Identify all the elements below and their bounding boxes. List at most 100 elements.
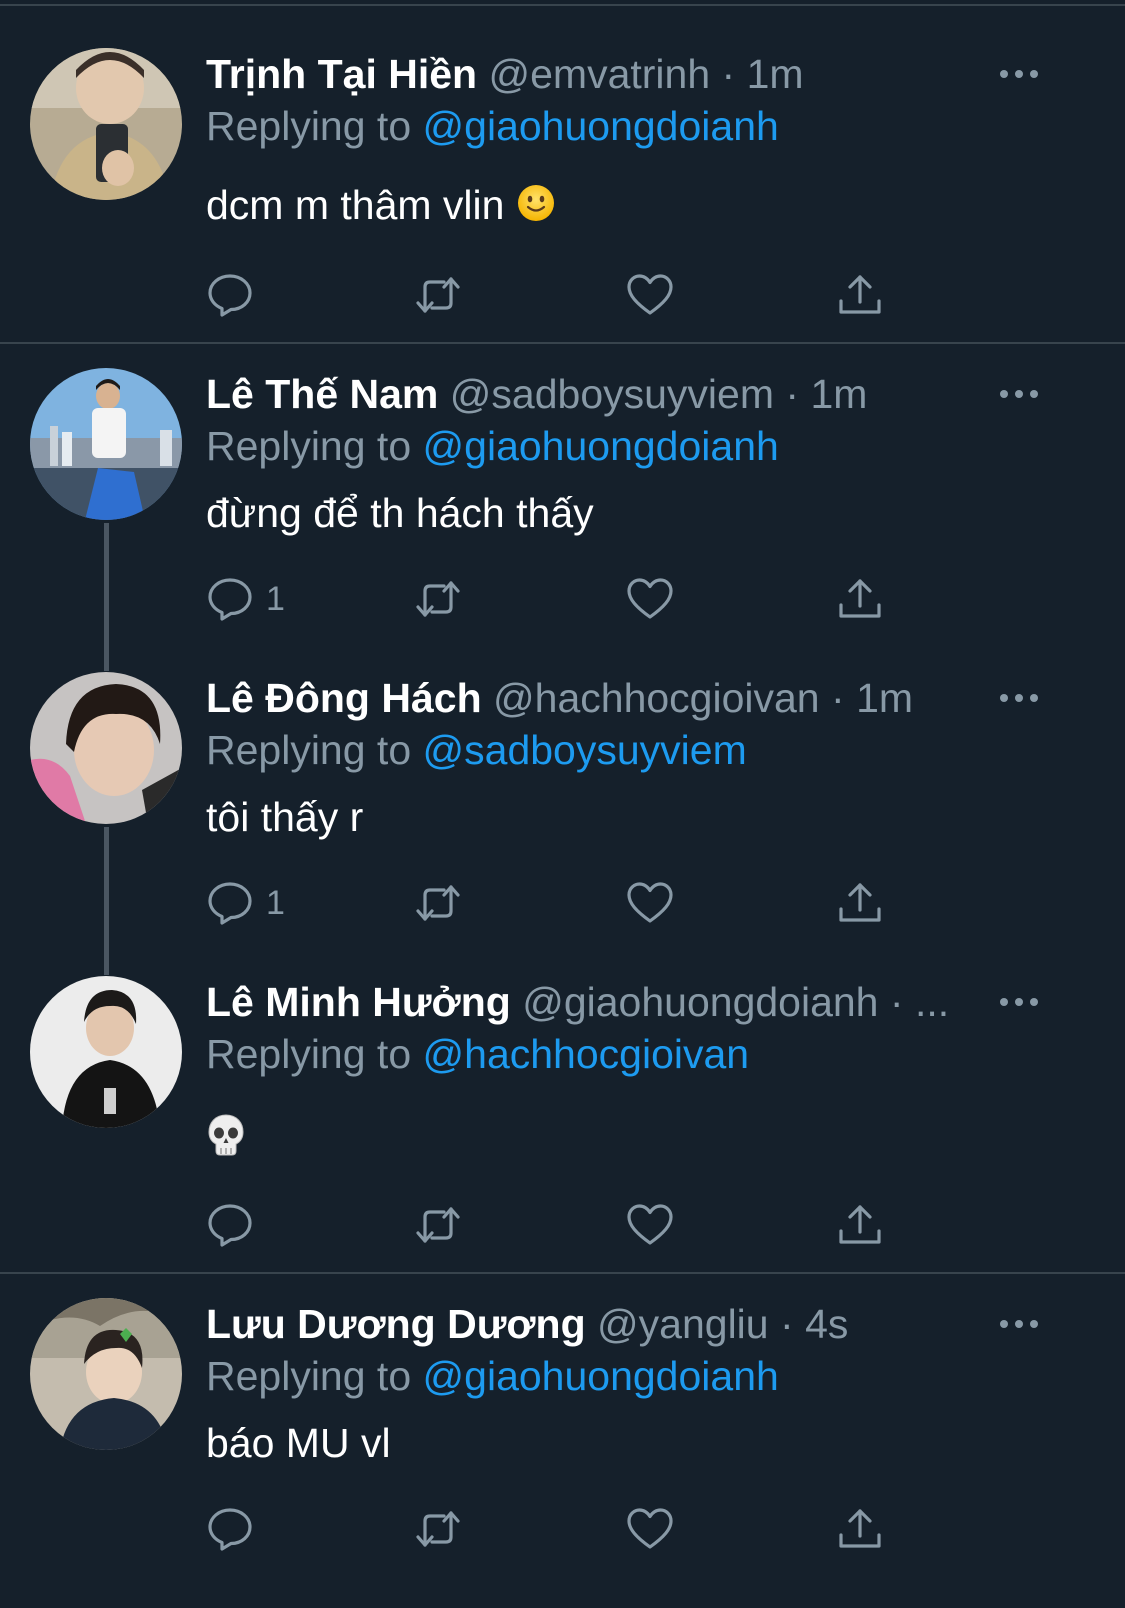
like-button[interactable]: [626, 1200, 674, 1250]
skull-icon: [206, 1113, 246, 1168]
more-options-icon[interactable]: [1000, 384, 1040, 404]
reply-button[interactable]: 1: [206, 878, 285, 928]
avatar[interactable]: [30, 48, 182, 200]
tweet-text: dcm m thâm vlin: [206, 180, 556, 234]
more-options-icon[interactable]: [1000, 992, 1040, 1012]
share-icon: [839, 1205, 881, 1244]
more-options-icon[interactable]: [1000, 688, 1040, 708]
heart-icon: [627, 274, 673, 315]
replying-to-mention[interactable]: @giaohuongdoianh: [423, 1353, 779, 1399]
user-handle[interactable]: @giaohuongdoianh: [522, 979, 878, 1025]
tweet-text: tôi thấy r: [206, 792, 363, 842]
separator-dot: ·: [780, 1301, 794, 1347]
user-handle[interactable]: @sadboysuyviem: [450, 371, 774, 417]
tweet-text-content: đừng để th hách thấy: [206, 490, 594, 536]
retweet-icon: [416, 1207, 460, 1243]
thread-connector: [104, 827, 109, 975]
display-name[interactable]: Trịnh Tại Hiền: [206, 51, 477, 97]
display-name[interactable]: Lê Đông Hách: [206, 675, 482, 721]
tweet-header: Lê Đông Hách @hachhocgioivan · 1m: [206, 674, 913, 722]
retweet-icon: [416, 277, 460, 313]
share-button[interactable]: [836, 1504, 884, 1554]
display-name[interactable]: Lưu Dương Dương: [206, 1301, 586, 1347]
replying-to-line: Replying to @giaohuongdoianh: [206, 1352, 779, 1400]
tweet-actions: [206, 270, 906, 320]
timestamp[interactable]: 1m: [747, 51, 804, 97]
tweet-divider: [0, 1272, 1125, 1274]
retweet-button[interactable]: [414, 270, 462, 320]
reply-icon: [208, 1204, 252, 1247]
replying-to-line: Replying to @hachhocgioivan: [206, 1030, 749, 1078]
heart-icon: [627, 882, 673, 923]
display-name[interactable]: Lê Thế Nam: [206, 371, 438, 417]
retweet-icon: [416, 885, 460, 921]
tweet-divider: [0, 342, 1125, 344]
share-icon: [839, 579, 881, 618]
avatar[interactable]: [30, 976, 182, 1128]
reply-button[interactable]: 1: [206, 574, 285, 624]
user-handle[interactable]: @emvatrinh: [489, 51, 711, 97]
reply-button[interactable]: [206, 1200, 266, 1250]
user-handle[interactable]: @yangliu: [597, 1301, 769, 1347]
display-name[interactable]: Lê Minh Hưởng: [206, 979, 511, 1025]
timestamp[interactable]: 1m: [856, 675, 913, 721]
replying-to-mention[interactable]: @sadboysuyviem: [423, 727, 747, 773]
more-options-icon[interactable]: [1000, 1314, 1040, 1334]
avatar[interactable]: [30, 1298, 182, 1450]
user-handle[interactable]: @hachhocgioivan: [493, 675, 820, 721]
reply-button[interactable]: [206, 1504, 266, 1554]
retweet-button[interactable]: [414, 574, 462, 624]
tweet-header: Lê Minh Hưởng @giaohuongdoianh · ...: [206, 978, 949, 1026]
replying-to-mention[interactable]: @hachhocgioivan: [423, 1031, 750, 1077]
tweet-actions: 1: [206, 878, 906, 928]
replying-to-mention[interactable]: @giaohuongdoianh: [423, 103, 779, 149]
replying-to-line: Replying to @giaohuongdoianh: [206, 422, 779, 470]
like-button[interactable]: [626, 878, 674, 928]
retweet-button[interactable]: [414, 1200, 462, 1250]
top-divider: [0, 4, 1125, 6]
timestamp[interactable]: 4s: [805, 1301, 848, 1347]
share-button[interactable]: [836, 574, 884, 624]
reply-icon: [208, 882, 252, 925]
replying-to-label: Replying to: [206, 727, 412, 773]
replying-to-line: Replying to @sadboysuyviem: [206, 726, 747, 774]
timestamp[interactable]: 1m: [810, 371, 867, 417]
replies-feed: Trịnh Tại Hiền @emvatrinh · 1m Replying …: [0, 0, 1125, 1608]
tweet-header: Lưu Dương Dương @yangliu · 4s: [206, 1300, 848, 1348]
replying-to-label: Replying to: [206, 103, 412, 149]
reply-icon: [208, 578, 252, 621]
thread-connector: [104, 523, 109, 671]
share-button[interactable]: [836, 270, 884, 320]
share-button[interactable]: [836, 878, 884, 928]
replying-to-mention[interactable]: @giaohuongdoianh: [423, 423, 779, 469]
tweet-text-content: báo MU vl: [206, 1420, 391, 1466]
separator-dot: ·: [721, 51, 736, 97]
replying-to-label: Replying to: [206, 1353, 412, 1399]
replying-to-label: Replying to: [206, 423, 412, 469]
reply-count: 1: [266, 579, 285, 618]
tweet-text: [206, 1112, 246, 1168]
like-button[interactable]: [626, 574, 674, 624]
separator-dot: ·: [831, 675, 845, 721]
tweet-actions: [206, 1504, 906, 1554]
reply-icon: [208, 1508, 252, 1551]
more-options-icon[interactable]: [1000, 64, 1040, 84]
like-button[interactable]: [626, 1504, 674, 1554]
share-icon: [839, 275, 881, 314]
separator-dot: ·: [785, 371, 800, 417]
tweet-header: Lê Thế Nam @sadboysuyviem · 1m: [206, 370, 867, 418]
timestamp[interactable]: ...: [915, 979, 949, 1025]
retweet-button[interactable]: [414, 1504, 462, 1554]
avatar[interactable]: [30, 672, 182, 824]
tweet-actions: 1: [206, 574, 906, 624]
share-icon: [839, 1509, 881, 1548]
reply-button[interactable]: [206, 270, 266, 320]
share-button[interactable]: [836, 1200, 884, 1250]
tweet-text-content: tôi thấy r: [206, 794, 364, 840]
tweet-text: đừng để th hách thấy: [206, 488, 594, 538]
reply-count: 1: [266, 883, 285, 922]
retweet-button[interactable]: [414, 878, 462, 928]
avatar[interactable]: [30, 368, 182, 520]
replying-to-label: Replying to: [206, 1031, 412, 1077]
like-button[interactable]: [626, 270, 674, 320]
